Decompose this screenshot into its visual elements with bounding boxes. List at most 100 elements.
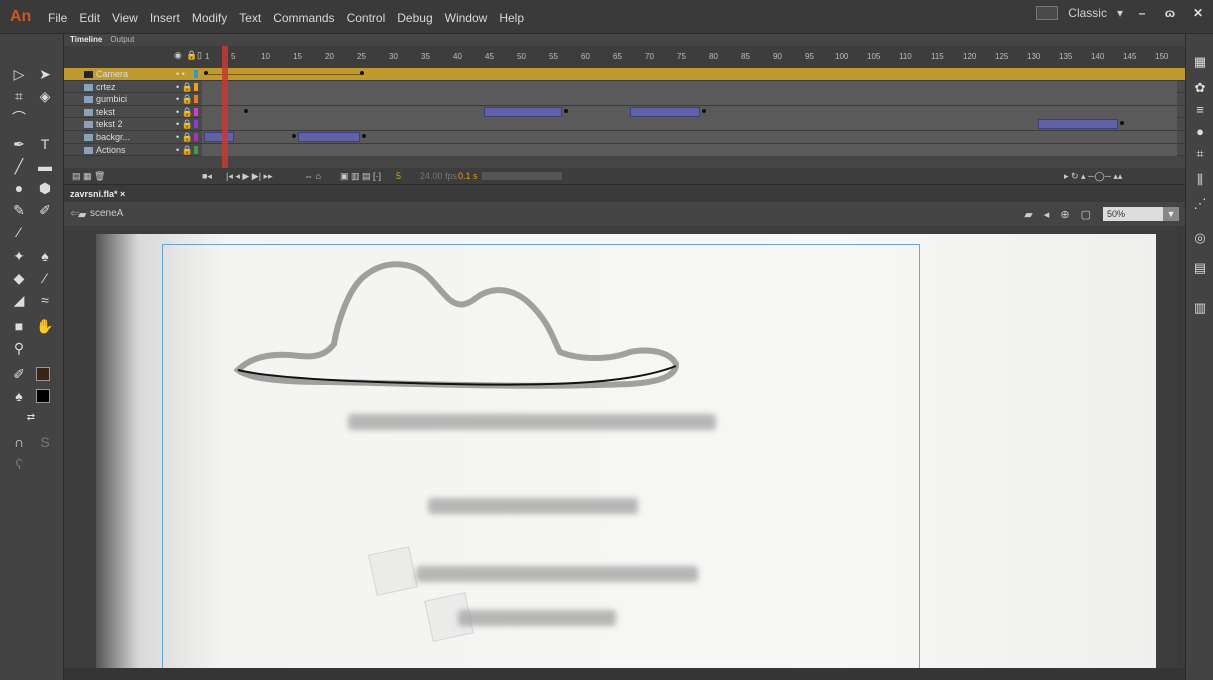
fill-color-swatch[interactable] — [36, 389, 50, 403]
cc-libraries-icon[interactable]: ◎ — [1192, 230, 1208, 246]
menu-debug[interactable]: Debug — [397, 11, 432, 25]
straighten-icon[interactable]: ʕ — [8, 454, 30, 474]
horizontal-scrollbar[interactable] — [64, 668, 1185, 680]
layer-color-swatch[interactable] — [194, 70, 198, 78]
paint-bucket-icon[interactable]: ♠ — [34, 246, 56, 266]
fps-display[interactable]: 24.00 fps — [420, 168, 457, 184]
motion-tween[interactable] — [1038, 119, 1118, 130]
layer-color-swatch[interactable] — [194, 120, 198, 129]
lock-icon[interactable]: 🔒 — [186, 50, 197, 61]
layer-frames[interactable] — [202, 130, 1177, 143]
color-panel-icon[interactable]: ✿ — [1192, 80, 1208, 96]
sync-icon[interactable]: ▸ ↻ ▴ ─◯─ ▴▴ — [1064, 168, 1122, 184]
keyframe[interactable] — [360, 71, 364, 75]
layer-frames[interactable] — [202, 80, 1177, 93]
camera-toggle-icon[interactable]: ■◂ — [202, 168, 212, 184]
menu-help[interactable]: Help — [499, 11, 524, 25]
close-button[interactable]: ✕ — [1189, 6, 1207, 20]
pencil-icon[interactable]: ✎ — [8, 200, 30, 220]
layer-row[interactable]: tekst • 🔒 — [64, 105, 1185, 119]
playback-controls[interactable]: |◂ ◂ ▶ ▶| ▸▸ — [226, 168, 273, 184]
menu-view[interactable]: View — [112, 11, 138, 25]
layer-row[interactable]: crtez • 🔒 — [64, 80, 1185, 94]
layer-name[interactable]: crtez — [96, 81, 116, 93]
properties-icon[interactable]: ▦ — [1192, 54, 1208, 70]
eraser-icon[interactable]: ◢ — [8, 290, 30, 310]
layer-name[interactable]: tekst — [96, 106, 115, 118]
zoom-dropdown-icon[interactable]: ▼ — [1163, 207, 1179, 221]
menu-window[interactable]: Window — [445, 11, 488, 25]
tab-output[interactable]: Output — [110, 34, 134, 46]
menu-control[interactable]: Control — [347, 11, 386, 25]
width-tool-icon[interactable]: ≈ — [34, 290, 56, 310]
subselection-tool-icon[interactable]: ➤ — [34, 64, 56, 84]
loop-icon[interactable]: ⇔ ⌂ — [304, 168, 321, 184]
brush-icon[interactable]: ✐ — [34, 200, 56, 220]
layer-color-swatch[interactable] — [194, 95, 198, 104]
onion-skin-icons[interactable]: ▣ ▥ ▤ [·] — [340, 168, 381, 184]
outline-icon[interactable]: ▯ — [197, 50, 202, 61]
text-tool-icon[interactable]: T — [34, 134, 56, 154]
motion-tween[interactable] — [630, 106, 700, 117]
layer-row[interactable]: Camera • • — [64, 68, 1185, 81]
restore-button[interactable]: ɷ — [1161, 6, 1179, 20]
keyframe[interactable] — [244, 108, 248, 113]
lock-icon[interactable]: • 🔒 — [176, 106, 193, 118]
layer-color-swatch[interactable] — [194, 107, 198, 116]
oval-tool-icon[interactable]: ● — [8, 178, 30, 198]
zoom-field[interactable]: 50% — [1103, 207, 1163, 221]
lock-icon[interactable]: • 🔒 — [176, 131, 193, 143]
menu-commands[interactable]: Commands — [273, 11, 334, 25]
paint-brush-icon[interactable]: ⁄ — [8, 222, 30, 242]
ink-bottle-icon[interactable]: ◆ — [8, 268, 30, 288]
layer-name[interactable]: Actions — [96, 144, 126, 156]
polystar-icon[interactable]: ⬢ — [34, 178, 56, 198]
menu-edit[interactable]: Edit — [79, 11, 100, 25]
layer-frames[interactable] — [202, 143, 1177, 156]
layer-frames[interactable] — [202, 105, 1177, 118]
layer-name[interactable]: Camera — [96, 68, 128, 80]
layer-color-swatch[interactable] — [194, 132, 198, 141]
layer-frames[interactable] — [202, 118, 1177, 131]
keyframe[interactable] — [1120, 121, 1124, 126]
keyframe[interactable] — [702, 108, 706, 113]
motion-tween[interactable] — [484, 106, 562, 117]
vertical-scrollbar[interactable] — [1177, 226, 1185, 668]
layer-frames[interactable] — [202, 68, 1177, 80]
time-display[interactable]: 0.1 s — [458, 168, 478, 184]
keyframe[interactable] — [564, 108, 568, 113]
current-frame[interactable]: 5 — [396, 168, 401, 184]
frame-ruler[interactable]: ◉ 🔒 ▯ 1 5 10 15 20 25 30 35 40 45 50 55 … — [64, 46, 1185, 68]
layer-color-swatch[interactable] — [194, 145, 198, 154]
scene-icon[interactable]: ▤ — [1192, 260, 1208, 276]
motion-presets-icon[interactable]: ⋰ — [1192, 196, 1208, 212]
document-tab[interactable]: zavrsni.fla* × — [70, 189, 125, 199]
fill-color-icon[interactable]: ♠ — [8, 386, 30, 406]
align-icon[interactable]: ≡ — [1192, 102, 1208, 118]
menu-modify[interactable]: Modify — [192, 11, 227, 25]
keyframe[interactable] — [362, 133, 366, 138]
smooth-icon[interactable]: S — [34, 432, 56, 452]
components-icon[interactable]: ▥ — [1192, 300, 1208, 316]
layer-name[interactable]: backgr... — [96, 131, 130, 143]
layer-color-swatch[interactable] — [194, 82, 198, 91]
pen-icon[interactable]: ✒ — [8, 134, 30, 154]
zoom-tool-icon[interactable]: ⚲ — [8, 338, 30, 358]
stage-area[interactable] — [64, 226, 1185, 672]
layer-row[interactable]: Actions • 🔒 — [64, 143, 1185, 157]
menu-insert[interactable]: Insert — [150, 11, 180, 25]
camera-tool-icon[interactable]: ■ — [8, 316, 30, 336]
lock-icon[interactable]: • 🔒 — [176, 144, 193, 156]
layer-frames[interactable] — [202, 93, 1177, 106]
3d-rotation-icon[interactable]: ◈ — [34, 86, 56, 106]
eye-icon[interactable]: ◉ — [174, 50, 182, 61]
layer-name[interactable]: tekst 2 — [96, 118, 123, 130]
layer-name[interactable]: gumbici — [96, 93, 127, 105]
free-transform-icon[interactable]: ⌗ — [8, 86, 30, 106]
stroke-color-icon[interactable]: ✐ — [8, 364, 30, 384]
info-icon[interactable]: ● — [1192, 124, 1208, 140]
rectangle-tool-icon[interactable]: ▬ — [34, 156, 56, 176]
minimize-button[interactable]: – — [1133, 6, 1151, 20]
lock-icon[interactable]: • 🔒 — [176, 118, 193, 130]
workspace-arrow-icon[interactable]: ▾ — [1117, 6, 1123, 20]
